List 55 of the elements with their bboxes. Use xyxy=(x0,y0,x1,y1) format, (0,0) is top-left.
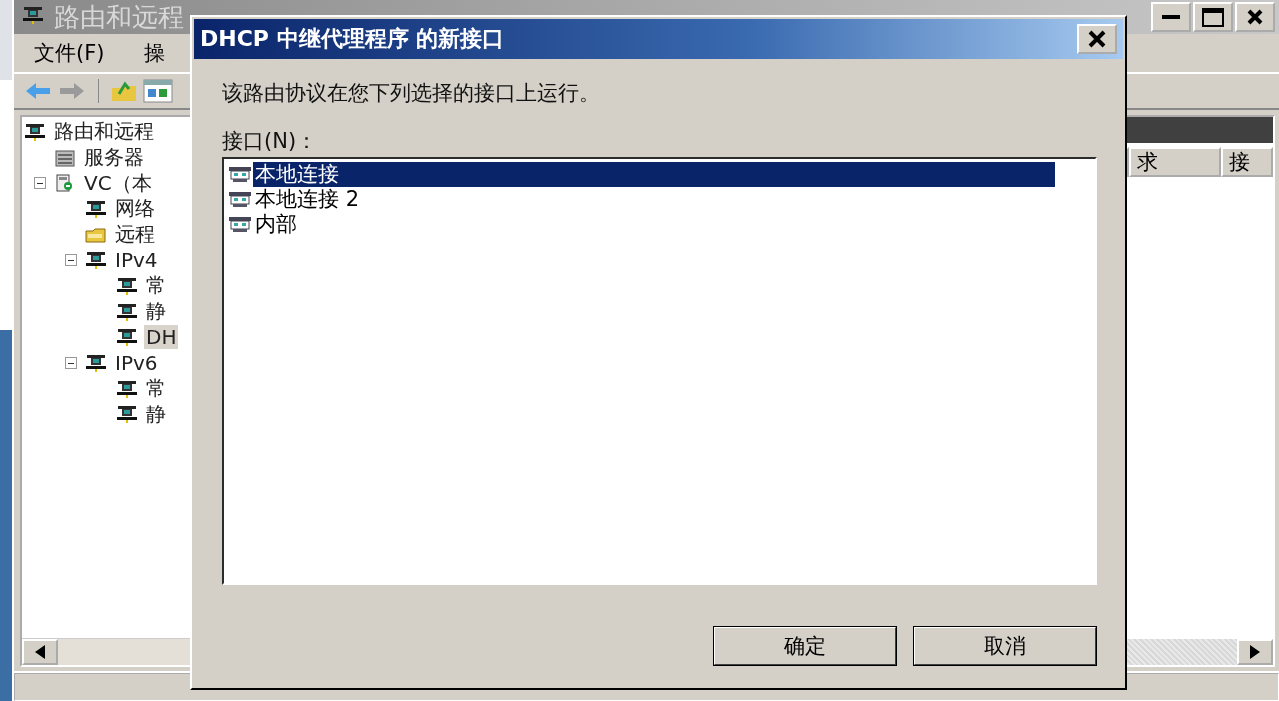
collapse-toggle[interactable] xyxy=(65,357,77,370)
column-header[interactable]: 接 xyxy=(1221,147,1273,177)
tree-item[interactable]: 静 xyxy=(144,400,168,428)
network-icon xyxy=(116,276,138,295)
cancel-button[interactable]: 取消 xyxy=(913,626,1097,666)
menu-item[interactable]: 文件(F) xyxy=(34,39,105,67)
collapse-toggle[interactable] xyxy=(34,177,46,190)
tree-item[interactable]: DH xyxy=(144,325,179,350)
list-item[interactable]: 本地连接 2 xyxy=(253,187,362,212)
list-item[interactable]: 本地连接 xyxy=(253,162,1055,187)
left-arrow-icon xyxy=(35,645,45,659)
console-tree-icon[interactable] xyxy=(143,79,173,103)
network-icon xyxy=(24,122,46,141)
network-icon xyxy=(116,379,138,398)
scroll-left-button[interactable] xyxy=(22,639,58,665)
maximize-button[interactable] xyxy=(1193,2,1233,32)
dialog-title: DHCP 中继代理程序 的新接口 xyxy=(200,25,505,53)
close-icon xyxy=(1088,30,1106,48)
tree-item[interactable]: 服务器 xyxy=(82,144,146,172)
network-icon xyxy=(85,199,107,218)
tree-item[interactable]: 路由和远程 xyxy=(52,118,156,146)
server-icon xyxy=(54,148,76,167)
list-item[interactable]: 内部 xyxy=(253,212,299,237)
right-arrow-icon xyxy=(1250,645,1260,659)
tree-item[interactable]: 静 xyxy=(144,298,168,326)
list-label: 接口(N)： xyxy=(222,128,319,155)
close-button[interactable] xyxy=(1077,24,1117,54)
tree-item[interactable]: 网络 xyxy=(113,195,157,223)
network-card-icon xyxy=(227,215,253,234)
close-icon xyxy=(1247,9,1263,25)
network-icon xyxy=(85,251,107,270)
minimize-icon xyxy=(1162,15,1180,19)
network-icon xyxy=(116,405,138,424)
ok-button[interactable]: 确定 xyxy=(713,626,897,666)
scroll-right-button[interactable] xyxy=(1237,639,1273,665)
network-card-icon xyxy=(227,190,253,209)
folder-icon xyxy=(85,225,107,244)
network-icon xyxy=(116,328,138,347)
tree-item[interactable]: IPv6 xyxy=(113,351,160,376)
close-button[interactable] xyxy=(1235,2,1275,32)
network-card-icon xyxy=(227,165,253,184)
collapse-toggle[interactable] xyxy=(65,254,77,267)
tree-item[interactable]: 常 xyxy=(144,272,168,300)
tree-item[interactable]: VC（本 xyxy=(82,169,154,197)
column-header[interactable]: 求 xyxy=(1129,147,1221,177)
menu-item[interactable]: 操 xyxy=(144,39,166,67)
tree-item[interactable]: IPv4 xyxy=(113,248,160,273)
tree-item[interactable]: 远程 xyxy=(113,221,157,249)
minimize-button[interactable] xyxy=(1151,2,1191,32)
tree-item[interactable]: 常 xyxy=(144,375,168,403)
instruction-text: 该路由协议在您下列选择的接口上运行。 xyxy=(222,80,601,107)
network-icon xyxy=(116,302,138,321)
network-icon xyxy=(85,354,107,373)
maximize-icon xyxy=(1202,7,1224,27)
window-title: 路由和远程 xyxy=(54,0,184,34)
